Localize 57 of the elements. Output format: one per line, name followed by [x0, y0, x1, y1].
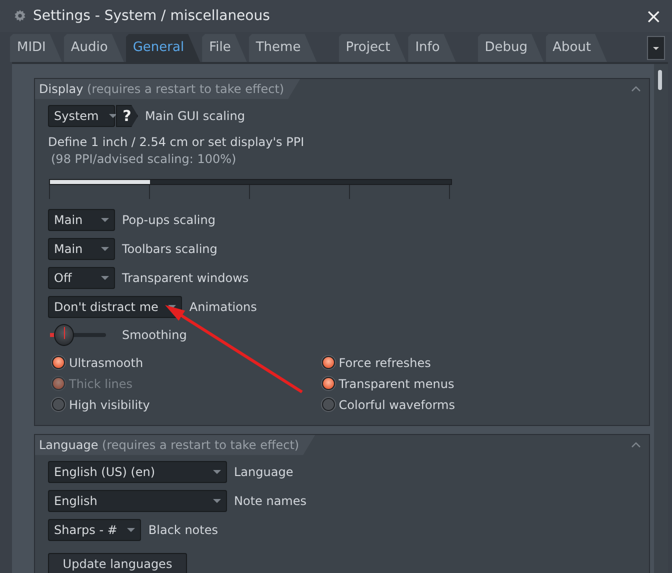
tab[interactable]: MIDI	[10, 34, 62, 62]
radio-button[interactable]	[322, 398, 335, 411]
dropdown[interactable]: Main	[48, 209, 115, 231]
overflow-menu-button[interactable]	[647, 36, 665, 60]
ppi-info-text: (98 PPI/advised scaling: 100%)	[50, 151, 238, 167]
dropdown[interactable]: English (US) (en)	[48, 461, 227, 483]
gear-icon	[13, 9, 27, 23]
dropdown[interactable]: Off	[48, 267, 115, 289]
tab[interactable]: About	[546, 34, 607, 62]
setting-label: Toolbars scaling	[122, 242, 218, 256]
option-label: High visibility	[69, 398, 150, 412]
help-button[interactable]: ?	[116, 105, 138, 127]
collapse-icon[interactable]	[631, 440, 641, 450]
collapse-icon[interactable]	[631, 84, 641, 94]
setting-label: Note names	[234, 494, 307, 508]
dropdown[interactable]: Don't distract me	[48, 296, 182, 318]
dropdown[interactable]: Main	[48, 238, 115, 260]
setting-label: Main GUI scaling	[145, 109, 245, 123]
option-label: Force refreshes	[338, 356, 431, 370]
radio-button[interactable]	[322, 377, 335, 390]
setting-label: Pop-ups scaling	[122, 213, 216, 227]
setting-label: Smoothing	[122, 326, 187, 344]
tab[interactable]: Debug	[478, 34, 544, 62]
section-header: Display (requires a restart to take effect)	[35, 79, 300, 99]
dropdown[interactable]: Sharps - #	[48, 519, 142, 541]
setting-label: Animations	[189, 300, 257, 314]
scrollbar[interactable]	[654, 64, 668, 573]
radio-button[interactable]	[52, 356, 65, 369]
update-languages-button[interactable]: Update languages	[48, 553, 187, 573]
caret-icon	[127, 528, 136, 532]
caret-icon	[213, 470, 221, 474]
option-label: Colorful waveforms	[338, 398, 455, 412]
ppi-slider[interactable]	[49, 179, 452, 185]
dropdown[interactable]: English	[48, 490, 227, 512]
radio-button[interactable]	[322, 356, 335, 369]
tab[interactable]: File	[202, 34, 247, 62]
section-header: Language (requires a restart to take effect)	[35, 435, 316, 455]
tab[interactable]: General	[126, 34, 200, 62]
tab[interactable]: Audio	[64, 34, 124, 62]
setting-label: Language	[234, 465, 294, 479]
caret-icon	[213, 499, 221, 503]
radio-button[interactable]	[52, 398, 65, 411]
description-text: Define 1 inch / 2.54 cm or set display's PPI	[48, 134, 306, 151]
option-label: Transparent menus	[338, 376, 454, 390]
option-label: Ultrasmooth	[69, 356, 144, 370]
caret-icon	[101, 276, 109, 280]
tab[interactable]: Info	[408, 34, 456, 62]
caret-icon	[101, 247, 109, 251]
caret-icon	[101, 218, 109, 222]
tab[interactable]: Project	[338, 34, 406, 62]
close-button[interactable]: ×	[645, 6, 662, 26]
tab[interactable]: Theme	[248, 34, 317, 62]
dropdown[interactable]: System	[48, 105, 115, 127]
setting-label: Black notes	[148, 523, 218, 537]
option-label: Thick lines	[69, 376, 133, 390]
setting-label: Transparent windows	[122, 271, 249, 285]
window-title: Settings - System / miscellaneous	[33, 8, 271, 24]
